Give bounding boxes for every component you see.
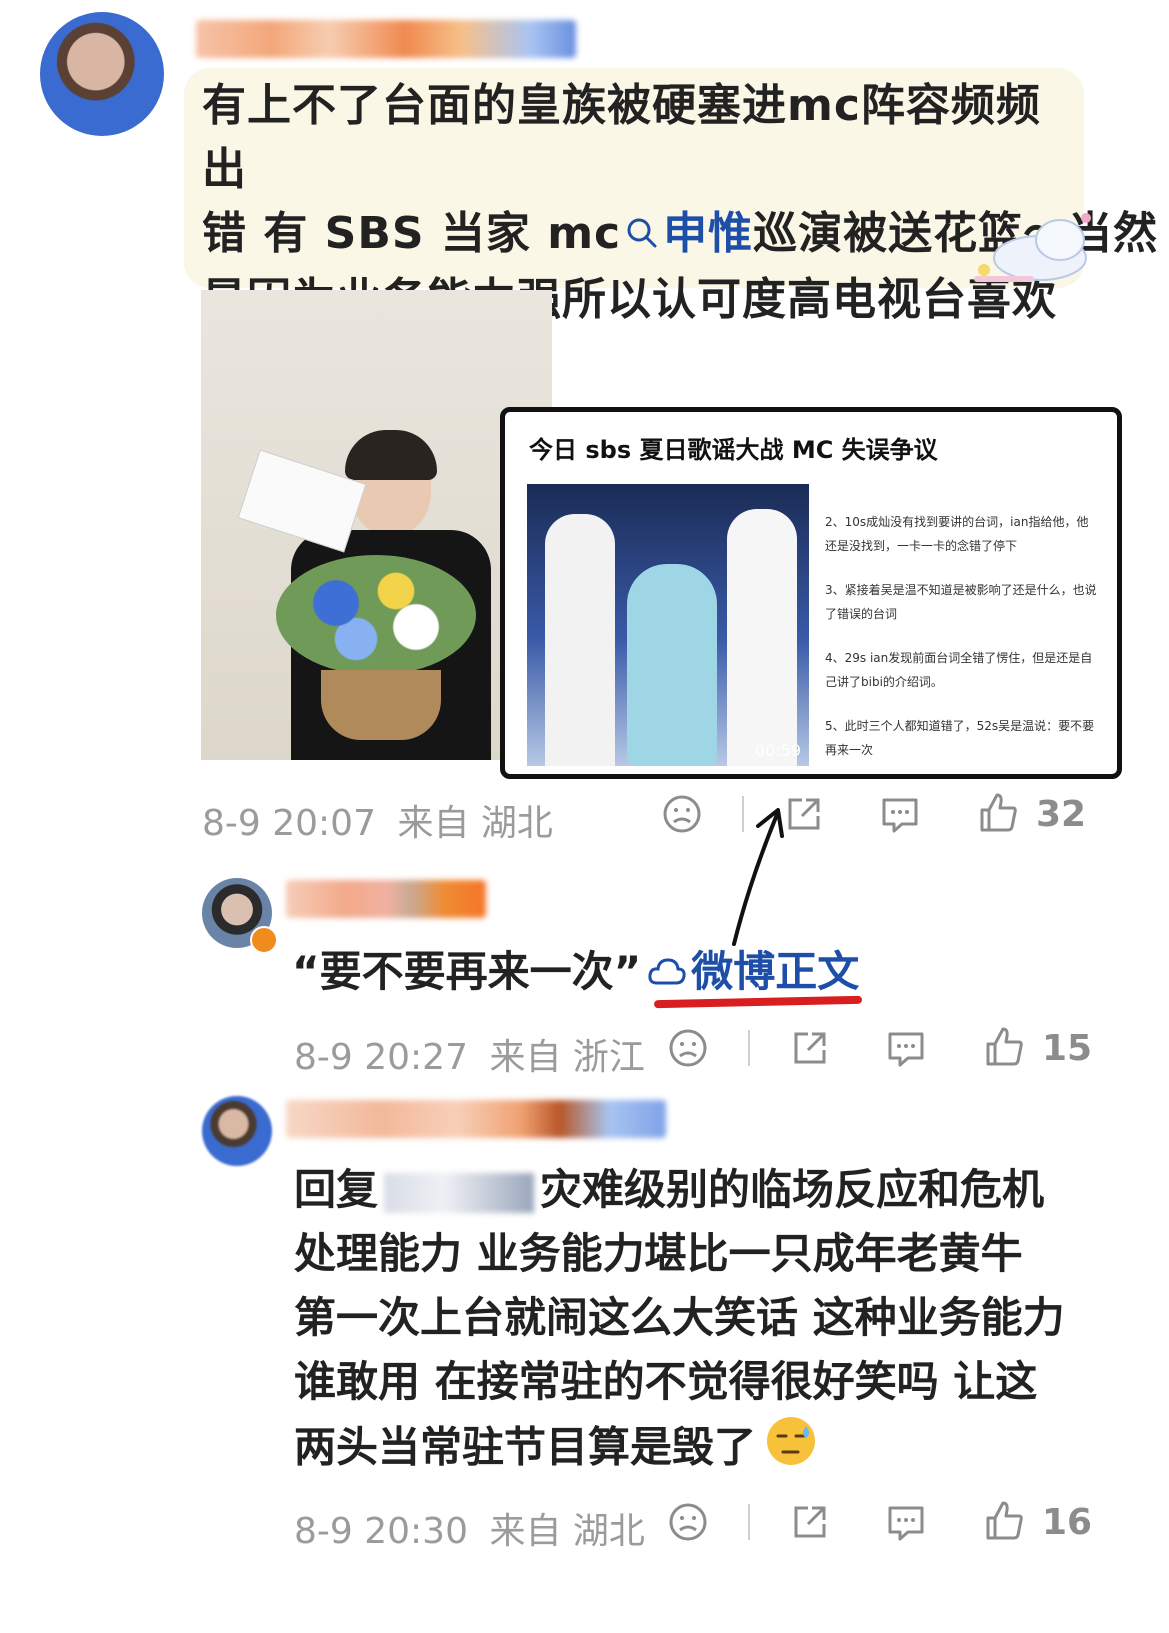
reply-text-line3: 第一次上台就闹这么大笑话 这种业务能力: [294, 1293, 1065, 1342]
comment-icon[interactable]: [884, 1500, 928, 1544]
verified-badge-icon: [250, 926, 278, 954]
video-person-left: [545, 514, 615, 766]
sad-face-icon[interactable]: [666, 1500, 710, 1544]
embedded-point: 5、此时三个人都知道错了，52s吴是温说：要不要再来一次: [825, 719, 1095, 757]
weibo-cloud-icon[interactable]: [647, 943, 687, 1007]
reply-location: 来自 湖北: [489, 1511, 645, 1552]
divider: [748, 1504, 750, 1540]
reply-text-line1: 回复 灾难级别的临场反应和危机: [294, 1158, 1144, 1222]
embedded-screenshot[interactable]: 今日 sbs 夏日歌谣大战 MC 失误争议 00:59 2、10s成灿没有找到要…: [500, 407, 1122, 779]
reply-target-blurred[interactable]: [384, 1172, 535, 1213]
post-timestamp: 8-9 20:07 来自 湖北: [202, 794, 553, 846]
topic-link[interactable]: 申惟: [663, 208, 753, 259]
search-icon[interactable]: [625, 204, 659, 268]
arrow-annotation-icon: [720, 800, 800, 950]
reply-timestamp: 8-9 20:30 来自 湖北: [294, 1502, 645, 1554]
like-count: 15: [1042, 1028, 1093, 1069]
reply-time: 8-9 20:27: [294, 1037, 468, 1078]
thumbs-up-icon[interactable]: [982, 1024, 1026, 1068]
post-time: 8-9 20:07: [202, 803, 376, 844]
photo-flowers: [276, 555, 476, 675]
embedded-video[interactable]: 00:59: [527, 484, 809, 766]
reply-prefix: 回复: [294, 1165, 379, 1214]
comment-icon[interactable]: [878, 792, 922, 836]
embedded-point: 2、10s成灿没有找到要讲的台词，ian指给他，他还是没找到，一卡一卡的念错了停…: [825, 515, 1089, 553]
reply-text-line1-rest: 灾难级别的临场反应和危机: [540, 1165, 1045, 1214]
embedded-points: 2、10s成灿没有找到要讲的台词，ian指给他，他还是没找到，一卡一卡的念错了停…: [825, 510, 1097, 762]
reply-time: 8-9 20:30: [294, 1511, 468, 1552]
reply-text-line5: 两头当常驻节目算是毁了: [294, 1414, 1144, 1486]
reply-text-line4: 谁敢用 在接常驻的不觉得很好笑吗 让这: [294, 1357, 1038, 1406]
weibo-post-link[interactable]: 微博正文: [691, 947, 859, 996]
reply-location: 来自 浙江: [489, 1037, 645, 1078]
cinnamoroll-sticker-icon: [960, 200, 1100, 290]
reply-text-line2: 处理能力 业务能力堪比一只成年老黄牛: [294, 1229, 1023, 1278]
embedded-title: 今日 sbs 夏日歌谣大战 MC 失误争议: [529, 436, 938, 464]
embedded-point: 4、29s ian发现前面台词全错了愣住，但是还是自己讲了bibi的介绍词。: [825, 651, 1093, 689]
video-person-center: [627, 564, 717, 766]
divider: [748, 1030, 750, 1066]
post-text-line2-pre: 错 有 SBS 当家 mc: [202, 208, 622, 259]
post-text-line2: 错 有 SBS 当家 mc 申惟巡演被送花篮～当然: [202, 202, 1157, 268]
reply-text-line5-text: 两头当常驻节目算是毁了: [294, 1422, 757, 1472]
photo-hair: [345, 430, 437, 480]
username-blurred[interactable]: [286, 880, 486, 918]
post-text-line1: 有上不了台面的皇族被硬塞进mc阵容频频出: [202, 80, 1041, 195]
reply-text: 回复 灾难级别的临场反应和危机 处理能力 业务能力堪比一只成年老黄牛 第一次上台就…: [294, 1158, 1144, 1486]
avatar[interactable]: [40, 12, 164, 136]
share-icon[interactable]: [788, 1026, 832, 1070]
username-blurred[interactable]: [196, 20, 576, 58]
avatar[interactable]: [202, 1096, 272, 1166]
thumbs-up-icon[interactable]: [976, 790, 1020, 834]
sad-face-icon[interactable]: [666, 1026, 710, 1070]
video-time: 00:59: [754, 741, 801, 760]
thumbs-up-icon[interactable]: [982, 1498, 1026, 1542]
sweat-emoji-icon: [764, 1414, 818, 1486]
photo-basket: [321, 670, 441, 740]
like-count: 32: [1036, 794, 1087, 835]
video-person-right: [727, 509, 797, 766]
sad-face-icon[interactable]: [660, 792, 704, 836]
reply-quote: “要不要再来一次”: [292, 947, 642, 996]
embedded-point: 3、紧接着吴是温不知道是被影响了还是什么，也说了错误的台词: [825, 583, 1097, 621]
reply-timestamp: 8-9 20:27 来自 浙江: [294, 1028, 645, 1080]
share-icon[interactable]: [788, 1500, 832, 1544]
username-blurred[interactable]: [286, 1100, 666, 1138]
comment-icon[interactable]: [884, 1026, 928, 1070]
post-location: 来自 湖北: [397, 803, 553, 844]
like-count: 16: [1042, 1502, 1093, 1543]
